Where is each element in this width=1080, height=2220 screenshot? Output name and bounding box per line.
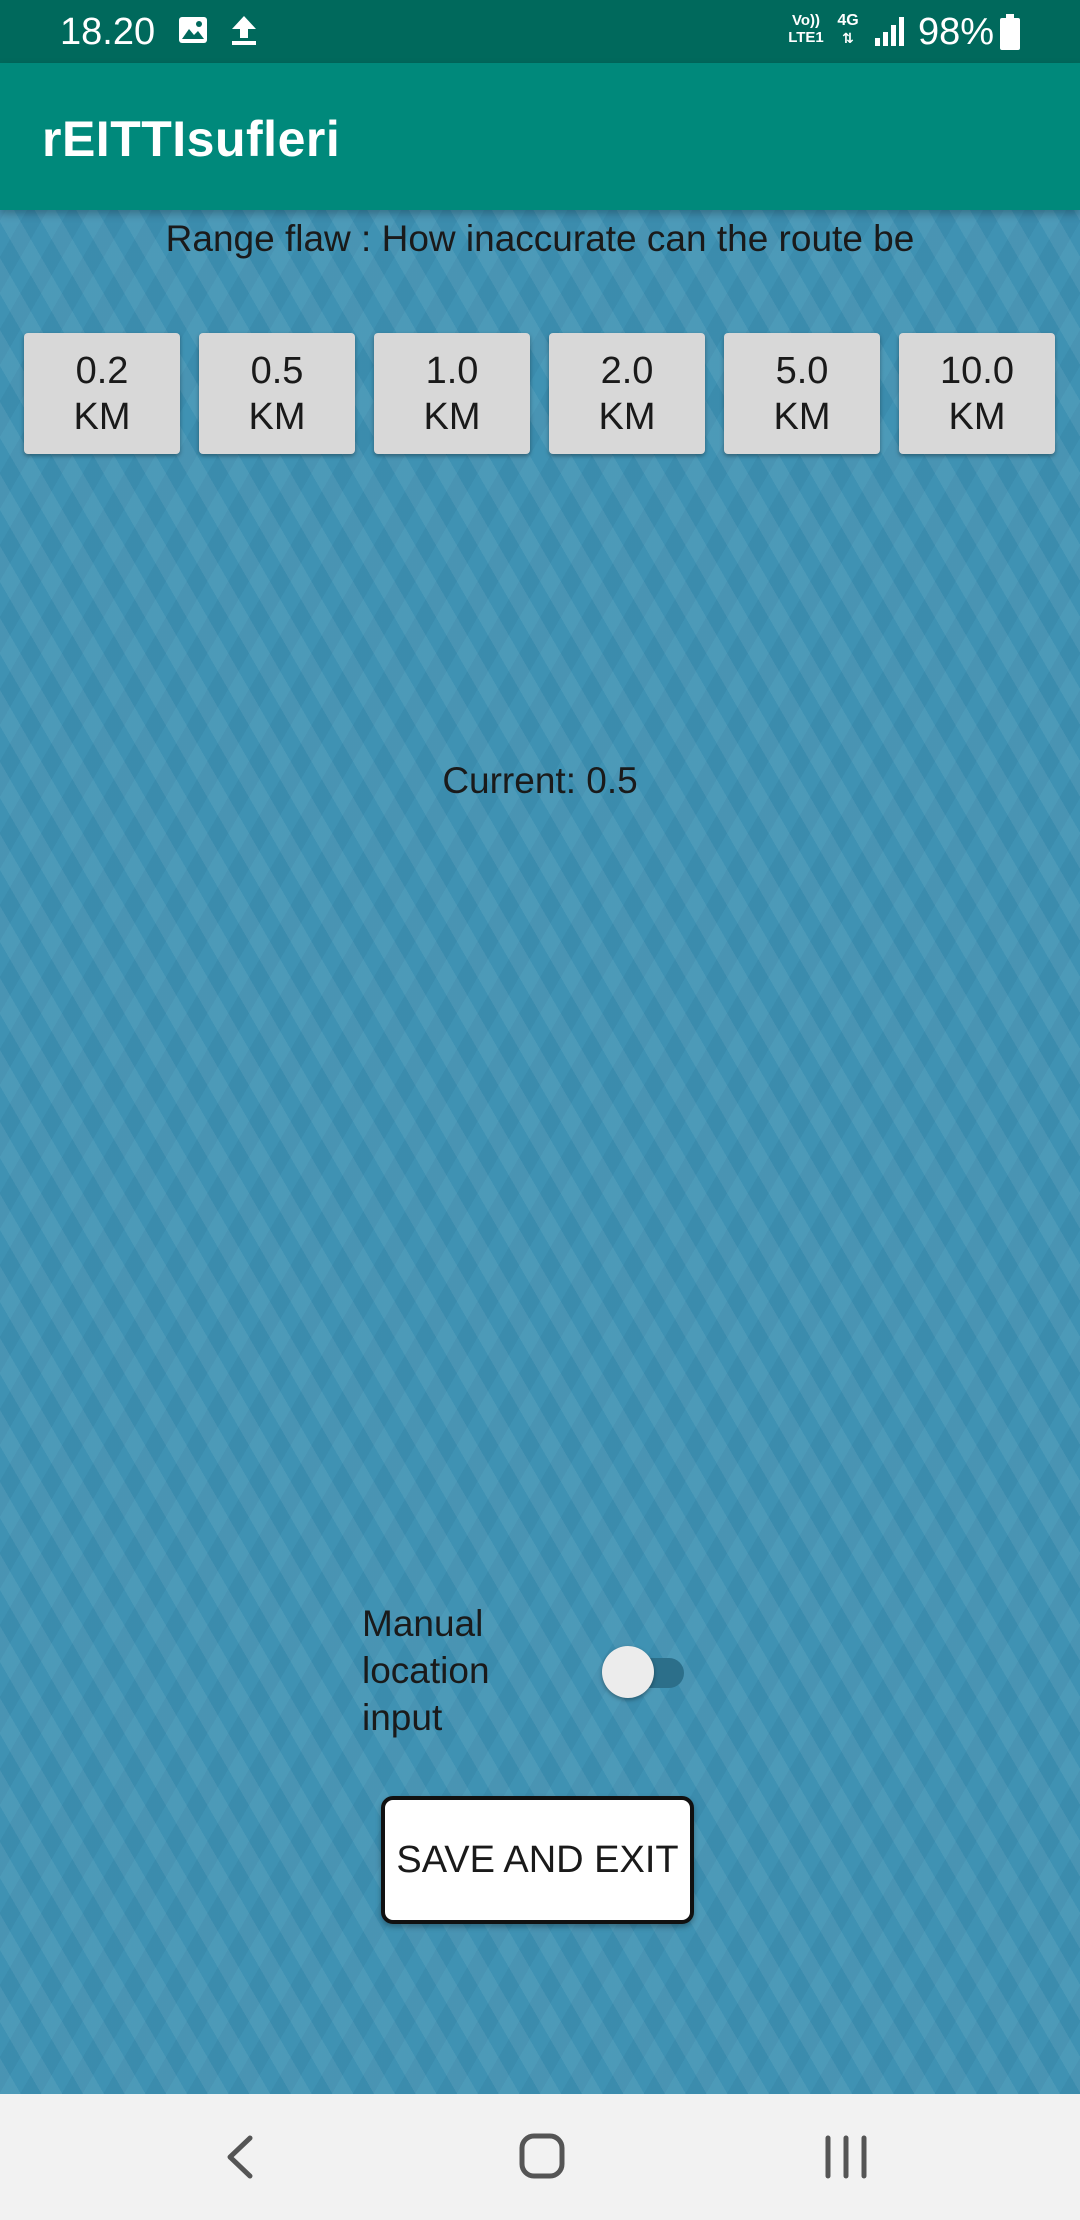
app-bar: rEITTIsufleri <box>0 63 1080 210</box>
range-option-0-2-km-button[interactable]: 0.2 KM <box>24 333 180 454</box>
range-options: 0.2 KM 0.5 KM 1.0 KM 2.0 KM 5.0 KM 10.0 … <box>24 333 1056 455</box>
signal-icon <box>875 17 904 46</box>
toggle-thumb <box>602 1646 654 1698</box>
save-and-exit-button[interactable]: SAVE AND EXIT <box>381 1796 694 1924</box>
screen: 18.20 Vo)) LTE1 4G ⇅ 98% rEITTIsufleri R… <box>0 0 1080 2220</box>
recent-apps-icon[interactable] <box>806 2124 886 2190</box>
battery-percentage: 98% <box>918 11 995 53</box>
range-option-5-0-km-button[interactable]: 5.0 KM <box>724 333 880 454</box>
range-option-10-0-km-button[interactable]: 10.0 KM <box>899 333 1055 454</box>
volte-indicator: Vo)) LTE1 <box>788 12 824 46</box>
manual-location-toggle[interactable] <box>602 1643 686 1701</box>
range-flaw-label: Range flaw : How inaccurate can the rout… <box>165 218 915 259</box>
gallery-icon <box>179 17 207 43</box>
manual-location-label: Manual location input <box>362 1603 490 1738</box>
back-icon[interactable] <box>200 2124 280 2190</box>
settings-content: Range flaw : How inaccurate can the rout… <box>0 210 1080 2094</box>
home-icon[interactable] <box>502 2124 582 2190</box>
data-arrows-icon: ⇅ <box>842 30 854 46</box>
navigation-bar <box>0 2094 1080 2220</box>
upload-icon <box>232 16 256 45</box>
range-option-1-0-km-button[interactable]: 1.0 KM <box>374 333 530 454</box>
battery-icon <box>1000 14 1020 50</box>
app-title: rEITTIsufleri <box>42 111 341 167</box>
network-type-indicator: 4G ⇅ <box>832 12 864 46</box>
status-bar: 18.20 Vo)) LTE1 4G ⇅ 98% <box>0 0 1080 63</box>
status-time: 18.20 <box>60 11 156 53</box>
range-option-0-5-km-button[interactable]: 0.5 KM <box>199 333 355 454</box>
range-option-2-0-km-button[interactable]: 2.0 KM <box>549 333 705 454</box>
current-range-value: Current: 0.5 <box>442 760 638 801</box>
